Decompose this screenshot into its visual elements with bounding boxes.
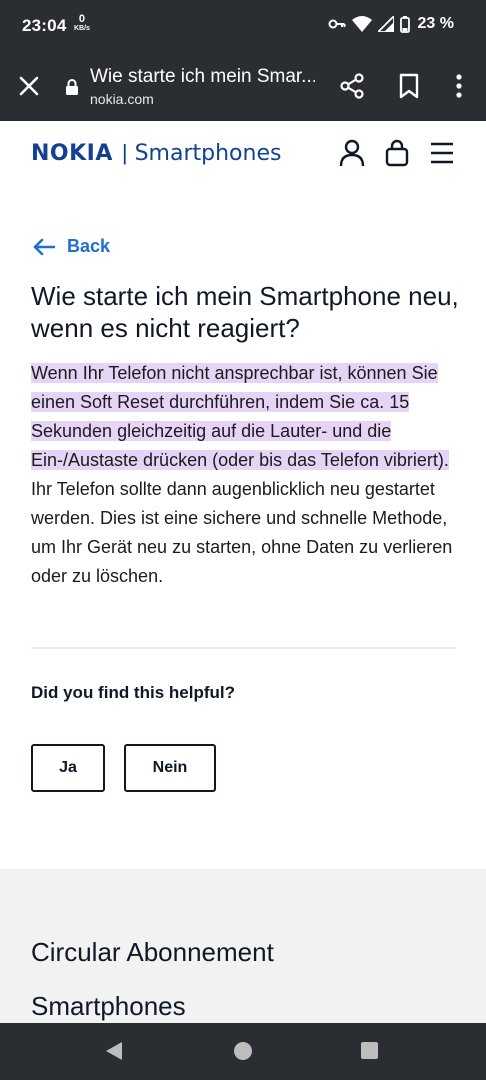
highlighted-text[interactable]: Wenn Ihr Telefon nicht ansprechbar ist, … — [31, 363, 449, 470]
footer-link-circular[interactable]: Circular Abonnement — [31, 937, 274, 968]
site-logo[interactable]: NOKIA | Smartphones — [31, 140, 281, 166]
battery-icon — [399, 15, 410, 33]
network-speed: 0 KB/s — [74, 14, 90, 33]
cellular-signal-icon — [377, 16, 394, 32]
feedback-yes-button[interactable]: Ja — [31, 744, 105, 792]
feedback-question: Did you find this helpful? — [31, 683, 235, 702]
browser-toolbar: Wie starte ich mein Smar... nokia.com — [0, 52, 486, 121]
nav-recents-icon[interactable] — [361, 1042, 378, 1059]
network-speed-value: 0 — [78, 13, 86, 25]
network-speed-unit: KB/s — [74, 25, 90, 32]
bookmark-button[interactable] — [396, 72, 422, 100]
system-nav-bar — [0, 1023, 486, 1080]
status-bar: 23:04 0 KB/s 23 % — [0, 0, 486, 52]
feedback-no-button[interactable]: Nein — [124, 744, 216, 792]
browser-page-title[interactable]: Wie starte ich mein Smar... — [90, 66, 315, 88]
article-text: Ihr Telefon sollte dann augenblicklich n… — [31, 479, 453, 586]
battery-percent: 23 % — [417, 15, 454, 32]
back-label: Back — [67, 236, 111, 256]
nav-home-icon[interactable] — [234, 1042, 252, 1060]
logo-separator: | — [121, 140, 128, 165]
footer: Circular Abonnement Smartphones — [0, 869, 486, 1029]
more-options-button[interactable] — [448, 72, 470, 100]
divider — [31, 647, 456, 649]
nav-back-icon[interactable] — [104, 1041, 124, 1061]
close-tab-button[interactable] — [16, 73, 42, 99]
vpn-key-icon — [328, 19, 346, 29]
account-icon[interactable] — [339, 139, 365, 167]
article-body: Wenn Ihr Telefon nicht ansprechbar ist, … — [31, 359, 461, 591]
hamburger-menu-icon[interactable] — [430, 141, 454, 165]
brand-wordmark: NOKIA — [31, 140, 113, 166]
site-header: NOKIA | Smartphones — [0, 121, 486, 185]
footer-link-smartphones[interactable]: Smartphones — [31, 991, 186, 1022]
lock-icon — [66, 79, 78, 95]
section-name: Smartphones — [134, 140, 282, 166]
article-title: Wie starte ich mein Smartphone neu, wenn… — [31, 281, 459, 343]
browser-url-host[interactable]: nokia.com — [90, 91, 154, 107]
shopping-bag-icon[interactable] — [385, 139, 409, 167]
status-time: 23:04 — [22, 16, 67, 35]
share-button[interactable] — [338, 72, 366, 100]
arrow-left-icon — [33, 238, 55, 255]
back-link[interactable]: Back — [33, 236, 110, 257]
wifi-icon — [351, 16, 372, 32]
status-icons: 23 % — [328, 15, 454, 33]
